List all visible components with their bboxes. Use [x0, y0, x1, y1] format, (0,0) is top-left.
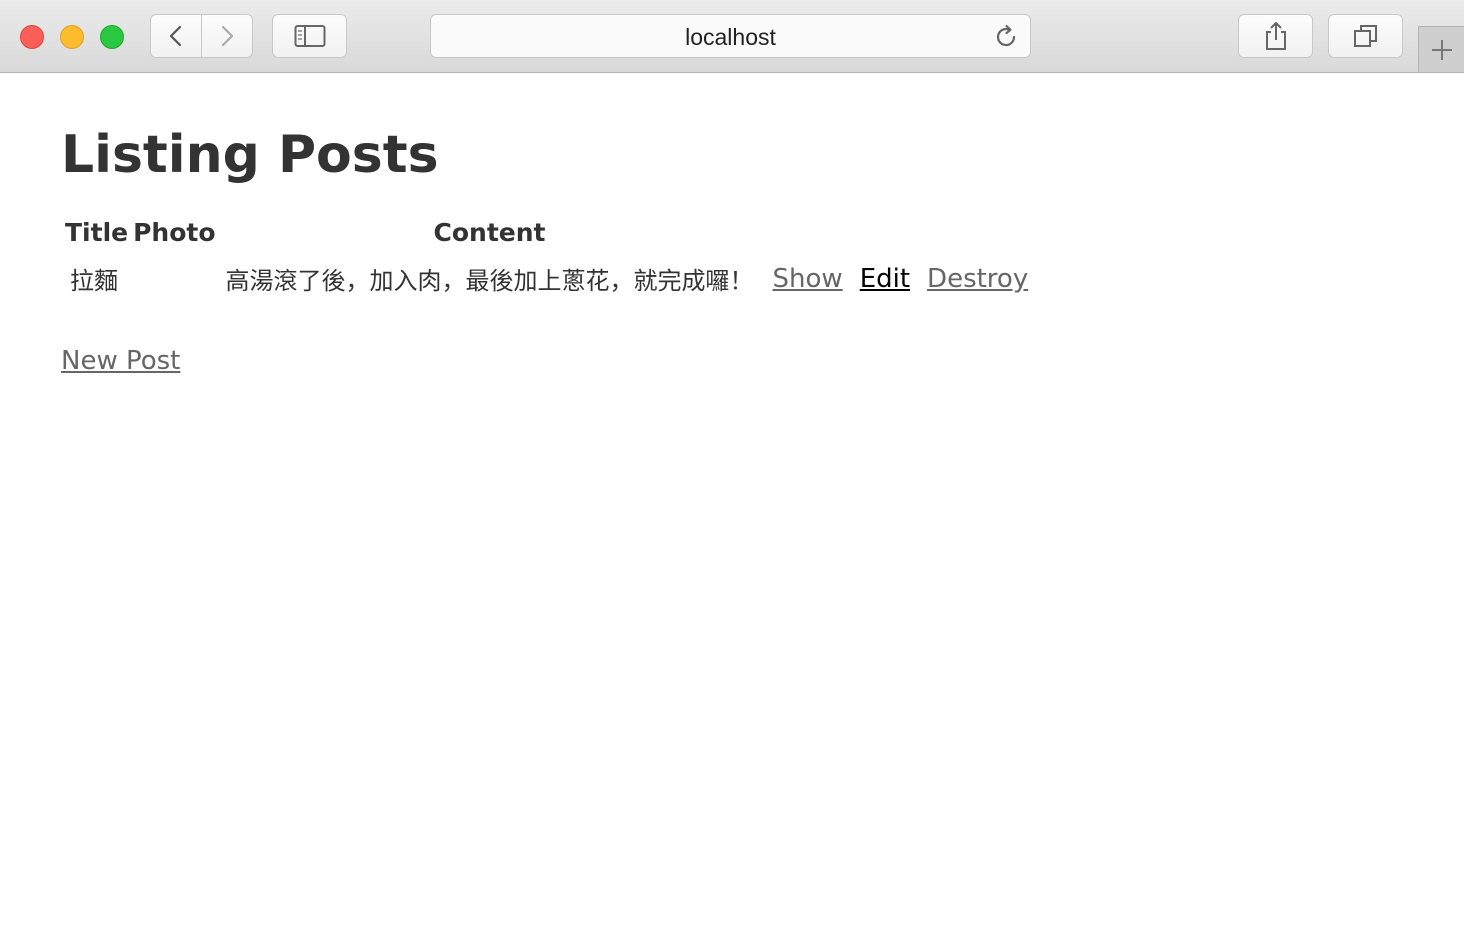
column-header-title: Title [65, 217, 129, 247]
column-header-photo: Photo [133, 217, 216, 247]
edit-link[interactable]: Edit [860, 264, 910, 294]
post-content-cell: 高湯滾了後，加入肉，最後加上蔥花，就完成囉！ [225, 267, 754, 295]
tabs-overview-icon [1353, 25, 1377, 47]
chevron-left-icon [169, 25, 182, 47]
column-header-actions [763, 214, 1033, 250]
destroy-cell: Destroy [917, 253, 1032, 304]
sidebar-toggle-button[interactable] [272, 14, 347, 58]
share-icon [1265, 22, 1286, 50]
table-header-row: Title Photo Content [64, 214, 1032, 250]
page-title: Listing Posts [61, 125, 439, 185]
close-window-button[interactable] [20, 25, 44, 49]
page-content: Listing Posts Title Photo Content 拉麵 高湯滾… [0, 73, 1464, 938]
address-bar[interactable]: localhost [430, 14, 1031, 58]
posts-table: Title Photo Content 拉麵 高湯滾了後，加入肉，最後加上蔥花，… [61, 211, 1035, 307]
forward-button[interactable] [202, 14, 253, 58]
browser-toolbar: localhost [0, 0, 1464, 73]
show-cell: Show [763, 253, 847, 304]
destroy-link[interactable]: Destroy [927, 264, 1028, 294]
new-tab-button[interactable] [1418, 26, 1464, 72]
browser-window: localhost Listing Posts Title Photo Cont… [0, 0, 1464, 938]
address-url: localhost [685, 24, 776, 50]
share-button[interactable] [1238, 14, 1313, 58]
sidebar-icon [294, 25, 325, 47]
edit-cell: Edit [850, 253, 914, 304]
minimize-window-button[interactable] [60, 25, 84, 49]
show-link[interactable]: Show [773, 264, 843, 294]
post-title-cell: 拉麵 [70, 267, 118, 295]
chevron-right-icon [221, 25, 234, 47]
new-post-link[interactable]: New Post [61, 346, 180, 376]
table-row: 拉麵 高湯滾了後，加入肉，最後加上蔥花，就完成囉！ Show Edit Dest… [64, 253, 1032, 304]
back-button[interactable] [150, 14, 202, 58]
plus-icon [1431, 39, 1452, 60]
column-header-content: Content [433, 217, 546, 247]
maximize-window-button[interactable] [100, 25, 124, 49]
post-photo-cell [132, 253, 216, 304]
reload-icon[interactable] [992, 23, 1020, 51]
tabs-overview-button[interactable] [1328, 14, 1403, 58]
